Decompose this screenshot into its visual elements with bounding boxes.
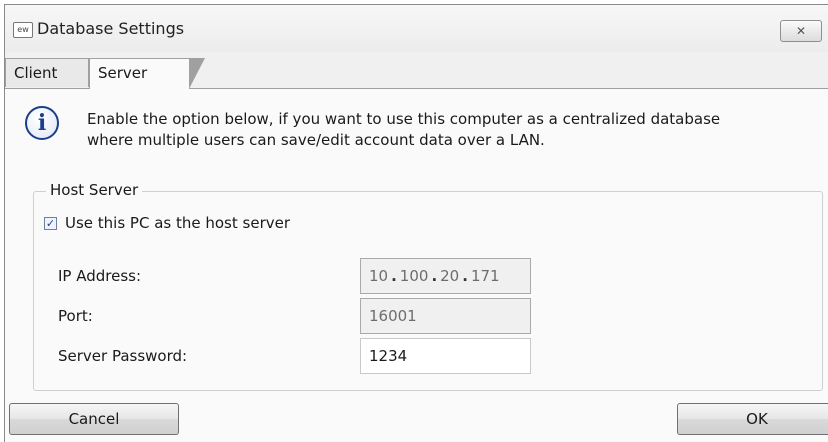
server-tab-panel: i Enable the option below, if you want t…: [5, 89, 828, 442]
close-icon: ✕: [795, 24, 807, 38]
server-password-label: Server Password:: [58, 347, 188, 365]
close-button[interactable]: ✕: [780, 20, 822, 42]
host-server-group: Host Server ✓ Use this PC as the host se…: [33, 181, 823, 391]
ip-octet-1: 10: [369, 267, 389, 285]
tab-bar: Client Server: [5, 52, 828, 89]
use-host-checkbox-label[interactable]: Use this PC as the host server: [65, 214, 290, 232]
port-field: 16001: [360, 298, 531, 334]
tab-server[interactable]: Server: [89, 58, 205, 89]
database-settings-window: ew Database Settings ✕ Client Server i E…: [4, 4, 828, 442]
window-title: Database Settings: [37, 19, 185, 38]
title-bar: ew Database Settings ✕: [5, 5, 828, 52]
ok-button[interactable]: OK: [677, 403, 828, 435]
ip-address-field: 10. 100. 20. 171: [360, 258, 531, 294]
tab-client-label: Client: [14, 64, 58, 82]
port-label: Port:: [58, 307, 93, 325]
ip-octet-2: 100: [399, 267, 429, 285]
host-server-checkbox-row[interactable]: ✓ Use this PC as the host server: [44, 214, 290, 232]
ip-dot: .: [462, 267, 468, 285]
ip-dot: .: [431, 267, 438, 285]
tab-server-label: Server: [98, 64, 148, 82]
info-icon: i: [25, 106, 59, 140]
ip-address-label: IP Address:: [58, 267, 142, 285]
app-icon: ew: [13, 22, 33, 38]
ip-octet-4: 171: [470, 267, 500, 285]
info-message: Enable the option below, if you want to …: [87, 109, 807, 151]
server-password-field[interactable]: 1234: [360, 338, 531, 374]
info-message-line-2: where multiple users can save/edit accou…: [87, 131, 545, 149]
ip-octet-3: 20: [440, 267, 460, 285]
info-message-line-1: Enable the option below, if you want to …: [87, 110, 721, 128]
tab-client[interactable]: Client: [5, 58, 89, 87]
ip-dot: .: [391, 267, 397, 285]
check-icon: ✓: [45, 216, 56, 230]
use-host-checkbox[interactable]: ✓: [44, 216, 57, 230]
host-server-legend: Host Server: [46, 181, 143, 199]
cancel-button[interactable]: Cancel: [9, 403, 179, 435]
